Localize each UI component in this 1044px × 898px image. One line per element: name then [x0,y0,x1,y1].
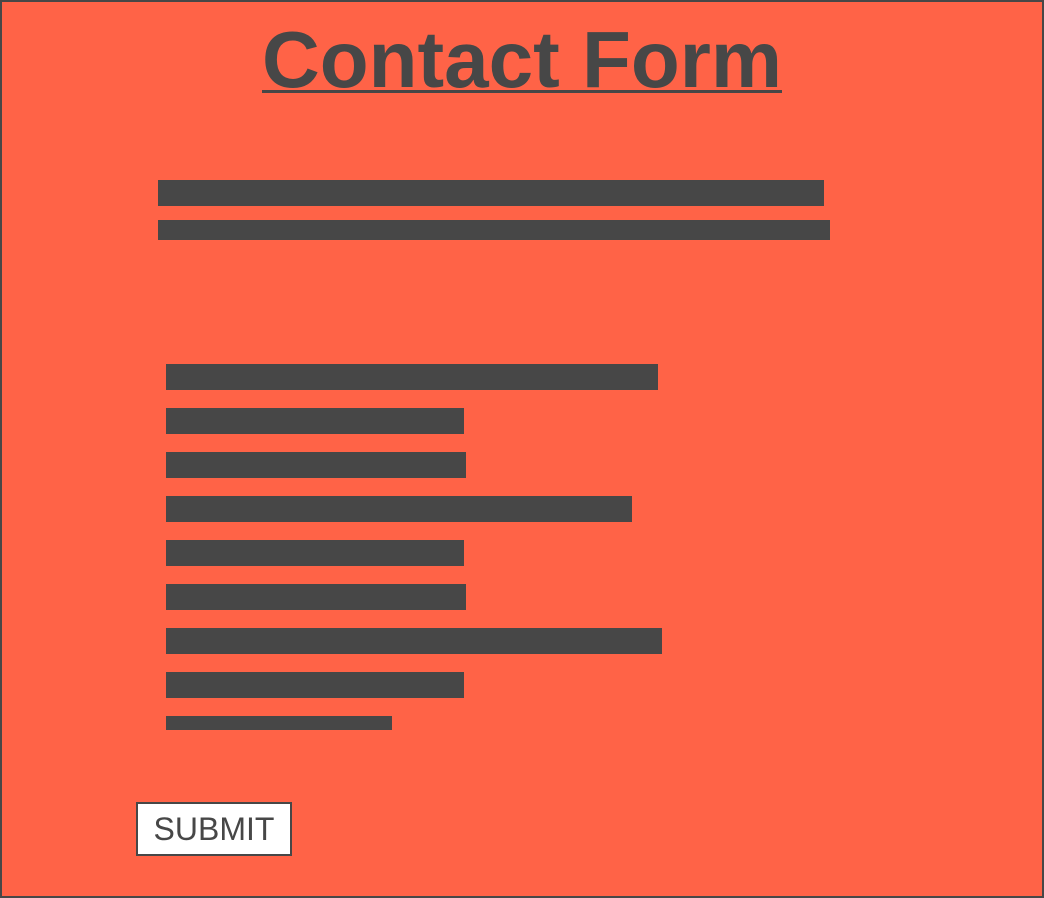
submit-button[interactable]: SUBMIT [136,802,292,856]
intro-text-line [158,220,830,240]
form-field-placeholder[interactable] [166,672,464,698]
form-field-placeholder[interactable] [166,364,658,390]
intro-text-line [158,180,824,206]
form-field-placeholder[interactable] [166,496,632,522]
form-field-placeholder[interactable] [166,628,662,654]
contact-form-panel: Contact Form SUBMIT [0,0,1044,898]
form-field-placeholder[interactable] [166,716,392,730]
form-field-placeholder[interactable] [166,408,464,434]
page-title: Contact Form [262,15,782,104]
form-field-placeholder[interactable] [166,452,466,478]
form-field-placeholder[interactable] [166,540,464,566]
form-field-placeholder[interactable] [166,584,466,610]
